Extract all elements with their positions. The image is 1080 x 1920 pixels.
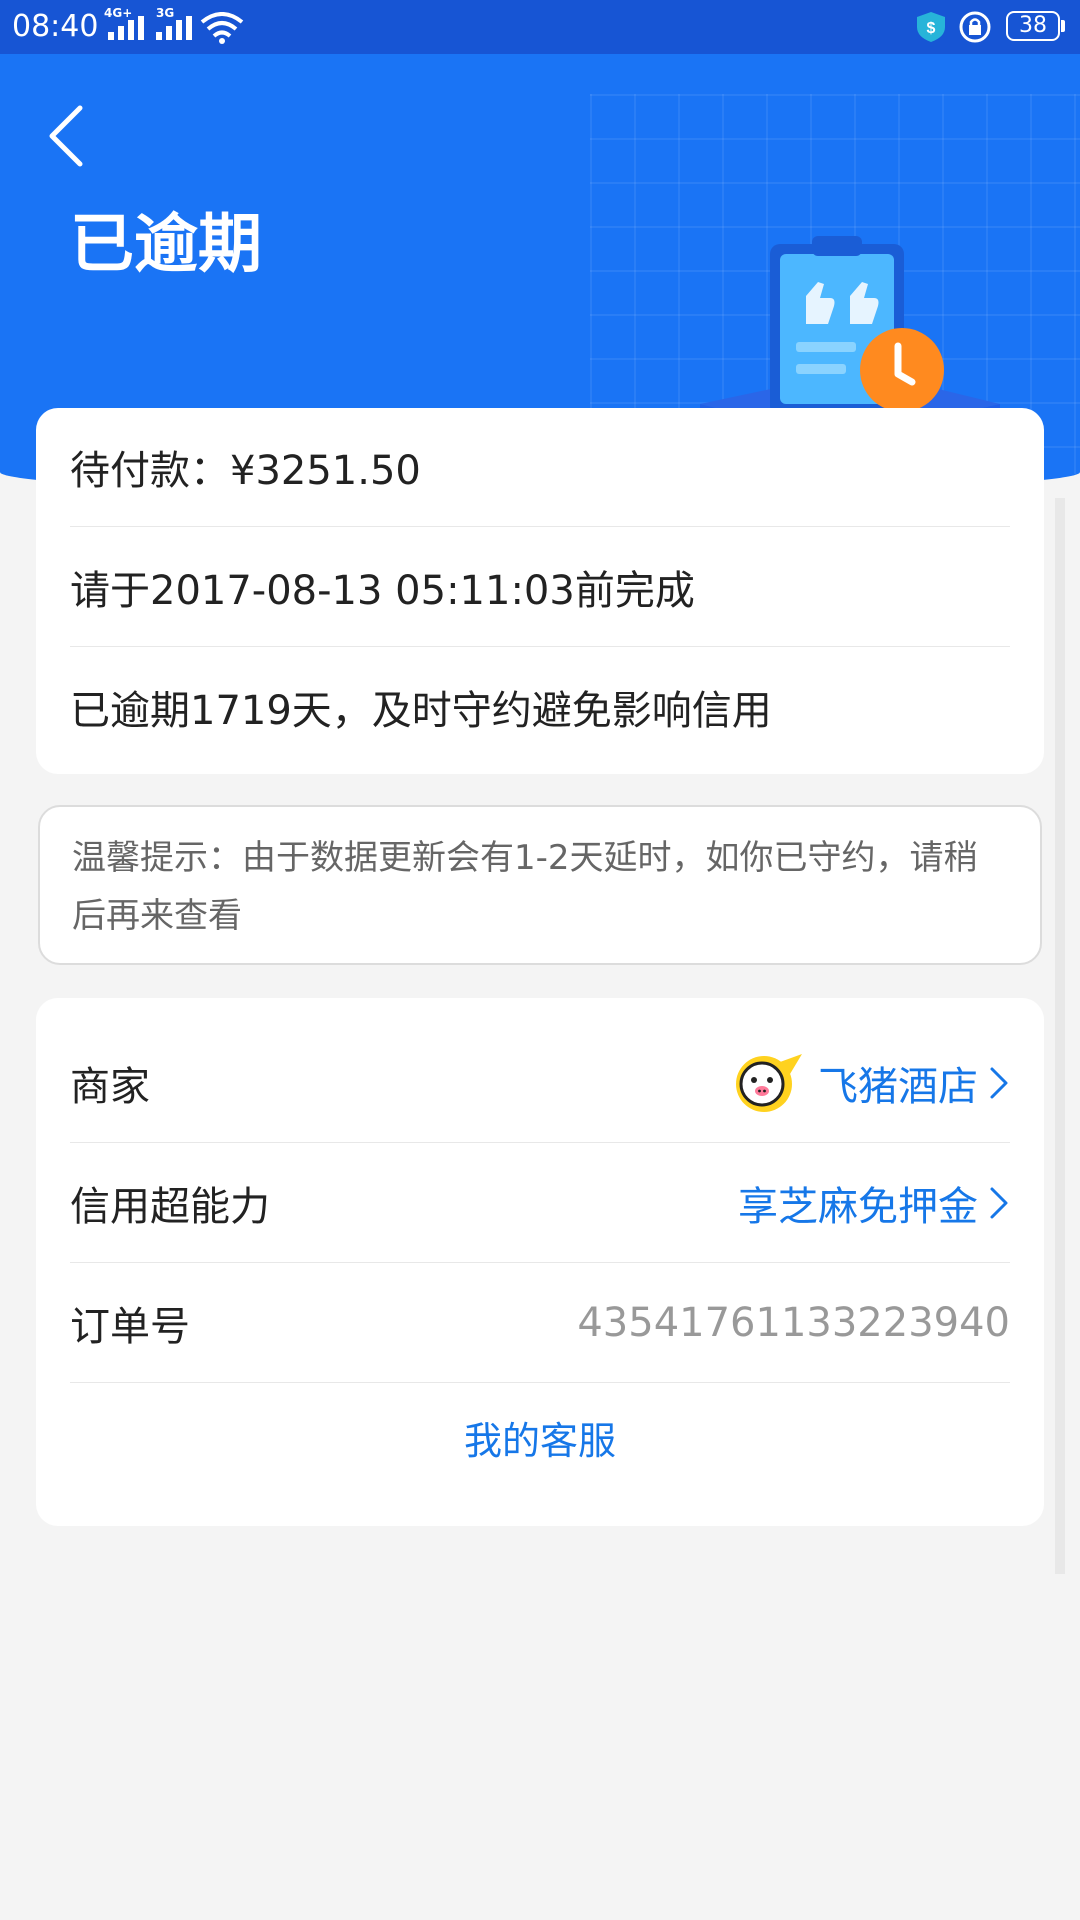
amount-due-row: 待付款：¥3251.50 (70, 408, 1010, 527)
credit-power-label: 信用超能力 (70, 1184, 270, 1230)
back-button[interactable] (36, 94, 96, 174)
merchant-label: 商家 (70, 1064, 150, 1110)
chevron-right-icon (990, 1067, 1008, 1099)
merchant-name[interactable]: 飞猪酒店 (818, 1054, 978, 1112)
notice-box: 温馨提示：由于数据更新会有1-2天延时，如你已守约，请稍后再来查看 (38, 805, 1042, 965)
payment-summary-card: 待付款：¥3251.50 请于2017-08-13 05:11:03前完成 已逾… (36, 408, 1044, 774)
order-details-card: 商家 飞猪酒店 信用超能力 享芝麻免押金 订单号 435417611332239… (36, 998, 1044, 1526)
credit-power-value[interactable]: 享芝麻免押金 (738, 1174, 978, 1232)
order-number-value: 43541761133223940 (577, 1300, 1010, 1346)
security-shield-icon: $ (917, 12, 945, 42)
amount-due-text: 待付款：¥3251.50 (70, 448, 421, 494)
merchant-row[interactable]: 商家 飞猪酒店 (70, 1024, 1010, 1143)
order-number-row: 订单号 43541761133223940 (70, 1264, 1010, 1383)
notice-text: 温馨提示：由于数据更新会有1-2天延时，如你已守约，请稍后再来查看 (72, 838, 978, 936)
signal-icon (108, 16, 144, 40)
overdue-row: 已逾期1719天，及时守约避免影响信用 (70, 648, 1010, 766)
chevron-left-icon (49, 105, 83, 167)
fliggy-logo-icon (736, 1054, 802, 1112)
credit-power-link[interactable]: 享芝麻免押金 (738, 1174, 1010, 1232)
wifi-icon (200, 12, 244, 44)
status-time: 08:40 (12, 9, 99, 44)
chevron-right-icon (990, 1187, 1008, 1219)
battery-tip (1061, 20, 1065, 32)
battery-indicator: 38 (1006, 11, 1060, 41)
customer-service-link[interactable]: 我的客服 (36, 1392, 1044, 1482)
svg-text:$: $ (927, 20, 936, 37)
deadline-text: 请于2017-08-13 05:11:03前完成 (70, 568, 695, 614)
status-bar: 08:40 4G+ 3G $ 38 (0, 0, 1080, 54)
rotation-lock-icon (959, 11, 991, 43)
scrollbar-track[interactable] (1055, 498, 1065, 1574)
page-title: 已逾期 (70, 208, 262, 282)
credit-power-row[interactable]: 信用超能力 享芝麻免押金 (70, 1144, 1010, 1263)
deadline-row: 请于2017-08-13 05:11:03前完成 (70, 528, 1010, 647)
order-number-label: 订单号 (70, 1304, 190, 1350)
overdue-text: 已逾期1719天，及时守约避免影响信用 (70, 688, 772, 734)
signal-icon-2 (156, 16, 192, 40)
merchant-link[interactable]: 飞猪酒店 (732, 1052, 1010, 1114)
